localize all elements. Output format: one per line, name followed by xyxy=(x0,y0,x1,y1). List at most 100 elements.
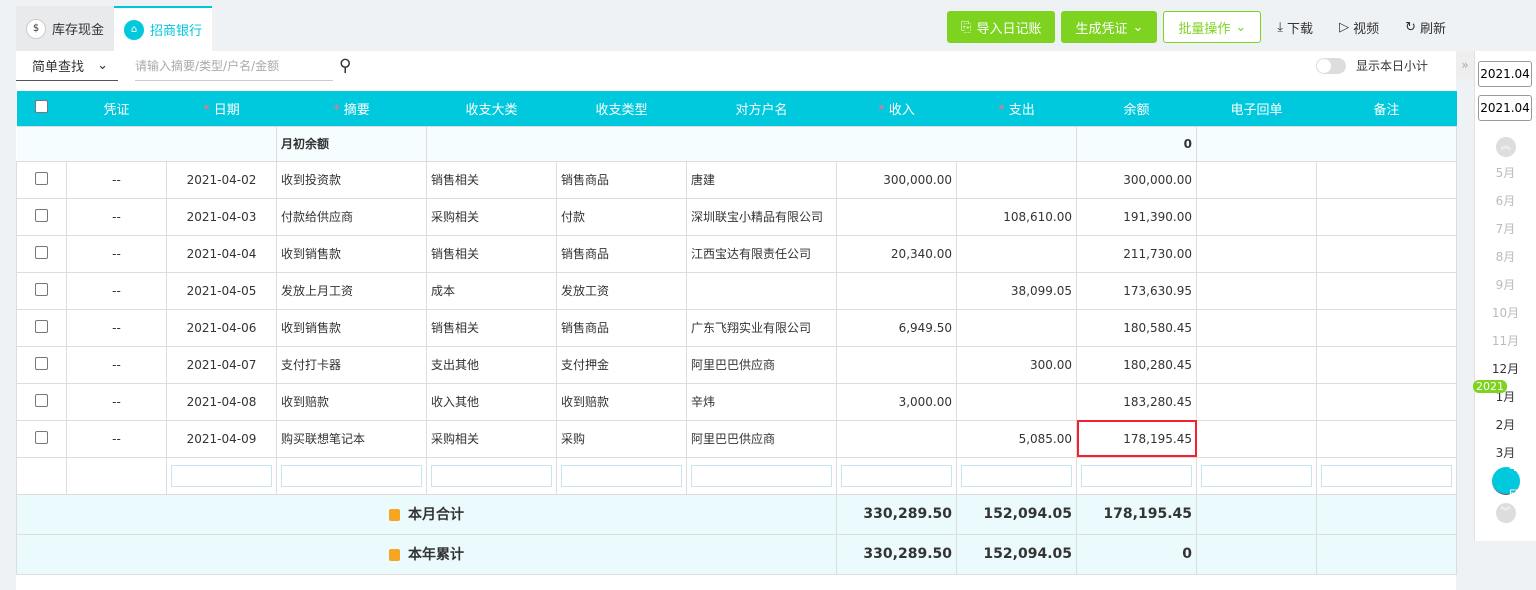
remark-cell[interactable] xyxy=(1316,197,1457,236)
cell: 300.00 xyxy=(956,345,1077,384)
search-input[interactable] xyxy=(135,51,333,81)
month-item[interactable]: 11月 xyxy=(1475,327,1536,355)
download-button[interactable]: ⤓ 下载 xyxy=(1267,18,1323,37)
month-item[interactable]: 10月 xyxy=(1475,299,1536,327)
table-row[interactable]: -- 2021-04-07 支付打卡器 支出其他 支付押金 阿里巴巴供应商 300.00 18… xyxy=(16,345,1457,384)
cell: 收到赔款 xyxy=(556,382,687,421)
cell: 发放上月工资 xyxy=(276,271,427,310)
receipt-cell[interactable] xyxy=(1196,234,1317,273)
refresh-button[interactable]: ↻ 刷新 xyxy=(1395,18,1456,37)
cell xyxy=(686,271,837,310)
receipt-cell[interactable] xyxy=(1196,345,1317,384)
select-all-checkbox[interactable] xyxy=(16,91,67,126)
cell: 3,000.00 xyxy=(836,382,957,421)
new-entry-input[interactable] xyxy=(431,464,552,487)
toggle-switch[interactable] xyxy=(1315,57,1346,74)
download-icon: ⤓ xyxy=(1277,19,1284,35)
receipt-cell[interactable] xyxy=(1196,271,1317,310)
row-checkbox[interactable] xyxy=(16,160,67,199)
row-checkbox[interactable] xyxy=(16,308,67,347)
new-entry-input[interactable] xyxy=(281,464,422,487)
table-row[interactable]: -- 2021-04-06 收到销售款 销售相关 销售商品 广东飞翔实业有限公司 6,949… xyxy=(16,308,1457,347)
remark-cell[interactable] xyxy=(1316,419,1457,458)
col-receipt: 电子回单 xyxy=(1196,91,1317,126)
new-entry-input[interactable] xyxy=(561,464,682,487)
cell: 收到投资款 xyxy=(276,160,427,199)
receipt-cell[interactable] xyxy=(1196,197,1317,236)
new-entry-input[interactable] xyxy=(691,464,832,487)
cell: 收入其他 xyxy=(426,382,557,421)
month-item[interactable]: 2月 xyxy=(1475,411,1536,439)
collapse-sidebar-button[interactable]: » xyxy=(1456,51,1474,79)
remark-cell[interactable] xyxy=(1316,382,1457,421)
cell: 江西宝达有限责任公司 xyxy=(686,234,837,273)
tab-bank[interactable]: ⌂ 招商银行 xyxy=(114,6,213,51)
remark-cell[interactable] xyxy=(1316,271,1457,310)
row-checkbox[interactable] xyxy=(16,345,67,384)
subtotal-icon xyxy=(389,549,400,561)
remark-cell[interactable] xyxy=(1316,234,1457,273)
new-entry-input[interactable] xyxy=(841,464,952,487)
remark-cell[interactable] xyxy=(1316,345,1457,384)
table-row[interactable]: -- 2021-04-03 付款给供应商 采购相关 付款 深圳联宝小精品有限公司 108,6… xyxy=(16,197,1457,236)
journal-panel: 简单查找⌄ ⚲ 显示本日小计 凭证 *日期 *摘要 收支大类 收支类型 对方户名… xyxy=(16,51,1457,590)
receipt-cell[interactable] xyxy=(1196,160,1317,199)
chevron-down-icon: ⌄ xyxy=(97,58,108,73)
month-item[interactable]: 3月 xyxy=(1475,439,1536,467)
period-end[interactable]: 2021.04 xyxy=(1478,95,1532,121)
month-item[interactable]: 7月 xyxy=(1475,215,1536,243)
new-entry-input[interactable] xyxy=(171,464,272,487)
cell: 180,580.45 xyxy=(1076,308,1197,347)
cell xyxy=(836,345,957,384)
import-journal-button[interactable]: ⎘ 导入日记账 xyxy=(947,11,1056,43)
table-row[interactable]: -- 2021-04-04 收到销售款 销售相关 销售商品 江西宝达有限责任公司 20,34… xyxy=(16,234,1457,273)
row-checkbox[interactable] xyxy=(16,197,67,236)
month-item[interactable]: 2021 1月 xyxy=(1473,380,1536,411)
batch-operation-button[interactable]: 批量操作 ⌄ xyxy=(1163,11,1262,43)
cell: 2021-04-05 xyxy=(166,271,277,310)
table-row[interactable]: -- 2021-04-05 发放上月工资 成本 发放工资 38,099.05 173,630… xyxy=(16,271,1457,310)
col-voucher: 凭证 xyxy=(66,91,167,126)
cell: 20,340.00 xyxy=(836,234,957,273)
new-entry-input[interactable] xyxy=(1201,464,1312,487)
video-button[interactable]: ▷ 视频 xyxy=(1329,18,1389,37)
cell: 191,390.00 xyxy=(1076,197,1197,236)
cell: 211,730.00 xyxy=(1076,234,1197,273)
month-item[interactable]: 6月 xyxy=(1475,187,1536,215)
new-entry-input[interactable] xyxy=(1321,464,1452,487)
import-icon: ⎘ xyxy=(961,19,972,35)
row-checkbox[interactable] xyxy=(16,419,67,458)
receipt-cell[interactable] xyxy=(1196,419,1317,458)
receipt-cell[interactable] xyxy=(1196,308,1317,347)
cell xyxy=(956,308,1077,347)
new-entry-input[interactable] xyxy=(961,464,1072,487)
opening-balance-row: 月初余额 0 xyxy=(16,125,1457,162)
row-checkbox[interactable] xyxy=(16,271,67,310)
table-row[interactable]: -- 2021-04-08 收到赔款 收入其他 收到赔款 辛炜 3,000.00 183,28… xyxy=(16,382,1457,421)
scroll-up-icon[interactable]: ︽ xyxy=(1495,137,1516,157)
cash-icon: $ xyxy=(26,18,46,39)
row-checkbox[interactable] xyxy=(16,382,67,421)
table-row[interactable]: -- 2021-04-02 收到投资款 销售相关 销售商品 唐建 300,000.00 300… xyxy=(16,160,1457,199)
generate-voucher-button[interactable]: 生成凭证 ⌄ xyxy=(1061,11,1158,43)
search-icon[interactable]: ⚲ xyxy=(339,56,351,76)
tab-cash[interactable]: $ 库存现金 xyxy=(16,6,115,51)
month-item[interactable]: 9月 xyxy=(1475,271,1536,299)
col-counterparty: 对方户名 xyxy=(686,91,837,126)
search-mode-select[interactable]: 简单查找 ⌄ xyxy=(16,51,118,81)
new-entry-input[interactable] xyxy=(1081,464,1192,487)
month-item[interactable]: 8月 xyxy=(1475,243,1536,271)
month-item[interactable]: 12月 xyxy=(1475,355,1536,383)
row-checkbox[interactable] xyxy=(16,234,67,273)
receipt-cell[interactable] xyxy=(1196,382,1317,421)
remark-cell[interactable] xyxy=(1316,160,1457,199)
remark-cell[interactable] xyxy=(1316,308,1457,347)
month-item[interactable]: 5月 xyxy=(1475,159,1536,187)
table-row[interactable]: -- 2021-04-09 购买联想笔记本 采购相关 采购 阿里巴巴供应商 5,085.00… xyxy=(16,419,1457,458)
cell: 2021-04-09 xyxy=(166,419,277,458)
cell xyxy=(836,419,957,458)
daily-subtotal-toggle[interactable]: 显示本日小计 xyxy=(1315,57,1428,74)
cell xyxy=(836,271,957,310)
period-start[interactable]: 2021.04 xyxy=(1478,61,1532,87)
month-item[interactable]: 4月 xyxy=(1491,460,1520,502)
